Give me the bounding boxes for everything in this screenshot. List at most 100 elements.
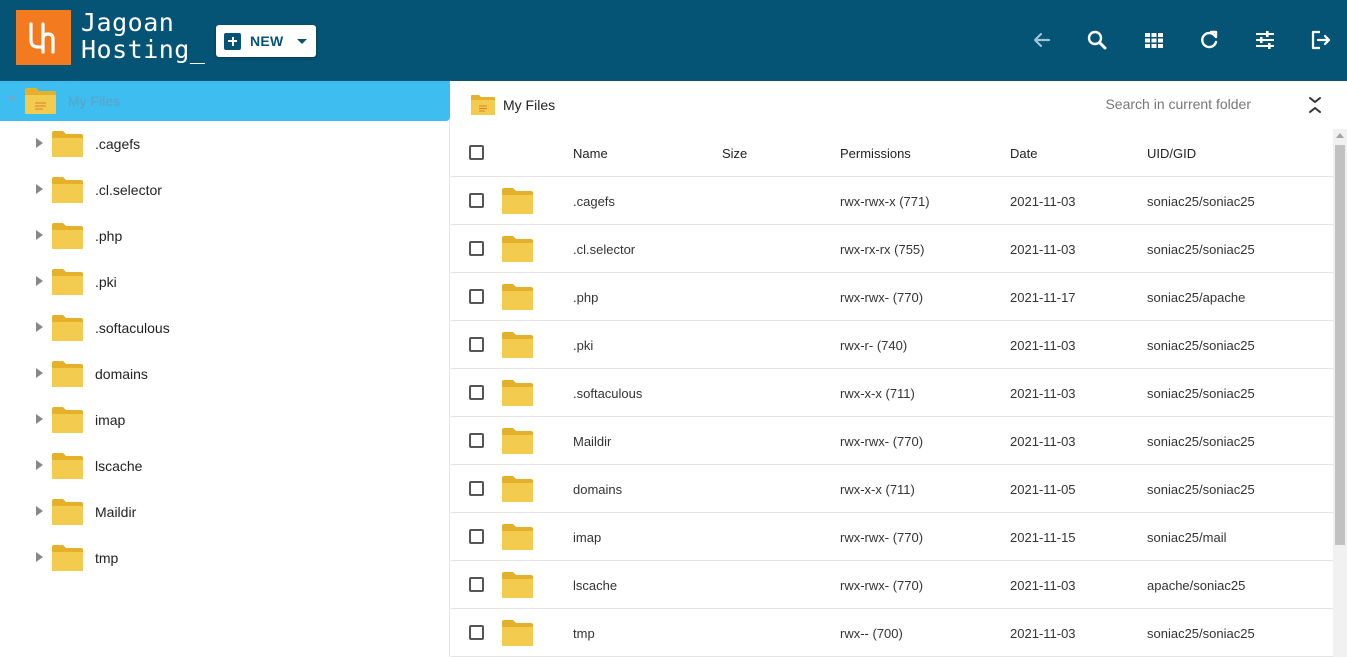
expand-arrow-icon[interactable] (36, 138, 43, 148)
file-date: 2021-11-03 (1010, 338, 1076, 353)
file-list-panel: My Files Name Size Permissions Date UID/… (451, 81, 1347, 657)
expand-arrow-icon[interactable] (36, 184, 43, 194)
expand-arrow-icon[interactable] (36, 506, 43, 516)
new-button-label: NEW (250, 33, 284, 49)
file-permissions: rwx-x-x (711) (840, 386, 915, 401)
tree-item-label: .cl.selector (95, 182, 162, 198)
brand-logo-icon (16, 10, 71, 65)
expand-arrow-icon[interactable] (36, 460, 43, 470)
file-date: 2021-11-03 (1010, 386, 1076, 401)
expand-arrow-icon[interactable] (36, 276, 43, 286)
file-date: 2021-11-17 (1010, 290, 1076, 305)
folder-icon (51, 268, 84, 296)
column-header-permissions[interactable]: Permissions (840, 146, 911, 161)
file-permissions: rwx-rwx- (770) (840, 578, 924, 593)
settings-sliders-icon[interactable] (1253, 28, 1277, 52)
table-row[interactable]: .php rwx-rwx- (770) 2021-11-17 soniac25/… (451, 273, 1333, 321)
row-checkbox[interactable] (469, 481, 484, 496)
file-date: 2021-11-05 (1010, 482, 1076, 497)
scrollbar-thumb[interactable] (1335, 145, 1345, 545)
file-owner: soniac25/apache (1147, 290, 1246, 305)
tree-item[interactable]: imap (0, 397, 450, 443)
grid-view-icon[interactable] (1142, 28, 1166, 52)
back-arrow-icon[interactable] (1030, 28, 1054, 52)
table-row[interactable]: domains rwx-x-x (711) 2021-11-05 soniac2… (451, 465, 1333, 513)
tree-item[interactable]: .php (0, 213, 450, 259)
file-name[interactable]: tmp (573, 626, 595, 641)
file-owner: soniac25/soniac25 (1147, 242, 1255, 257)
tree-item[interactable]: tmp (0, 535, 450, 581)
row-checkbox[interactable] (469, 337, 484, 352)
scroll-up-arrow-icon[interactable] (1336, 133, 1344, 138)
file-name[interactable]: Maildir (573, 434, 611, 449)
folder-open-icon (470, 94, 496, 116)
folder-icon (51, 314, 84, 342)
expand-arrow-icon[interactable] (8, 96, 16, 102)
search-input[interactable] (1011, 91, 1251, 117)
file-name[interactable]: .php (573, 290, 598, 305)
expand-arrow-icon[interactable] (36, 322, 43, 332)
tree-item-label: tmp (95, 550, 119, 566)
folder-icon (51, 452, 84, 480)
column-header-date[interactable]: Date (1010, 146, 1037, 161)
table-row[interactable]: lscache rwx-rwx- (770) 2021-11-03 apache… (451, 561, 1333, 609)
table-row[interactable]: .pki rwx-r- (740) 2021-11-03 soniac25/so… (451, 321, 1333, 369)
brand-name: Jagoan Hosting_ (81, 9, 205, 63)
file-date: 2021-11-03 (1010, 434, 1076, 449)
expand-arrow-icon[interactable] (36, 230, 43, 240)
file-name[interactable]: lscache (573, 578, 617, 593)
expand-arrow-icon[interactable] (36, 368, 43, 378)
new-button[interactable]: NEW (216, 25, 316, 57)
table-row[interactable]: .cagefs rwx-rwx-x (771) 2021-11-03 sonia… (451, 177, 1333, 225)
row-checkbox[interactable] (469, 289, 484, 304)
tree-item[interactable]: lscache (0, 443, 450, 489)
tree-item[interactable]: .pki (0, 259, 450, 305)
table-row[interactable]: .softaculous rwx-x-x (711) 2021-11-03 so… (451, 369, 1333, 417)
column-header-size[interactable]: Size (722, 146, 747, 161)
collapse-icon[interactable] (1307, 95, 1323, 115)
folder-icon (51, 222, 84, 250)
refresh-icon[interactable] (1197, 28, 1221, 52)
tree-item[interactable]: .cagefs (0, 121, 450, 167)
folder-icon (51, 498, 84, 526)
column-header-uid[interactable]: UID/GID (1147, 146, 1196, 161)
table-row[interactable]: .cl.selector rwx-rx-rx (755) 2021-11-03 … (451, 225, 1333, 273)
select-all-checkbox[interactable] (469, 145, 484, 160)
folder-icon (501, 523, 534, 551)
table-row[interactable]: imap rwx-rwx- (770) 2021-11-15 soniac25/… (451, 513, 1333, 561)
tree-item-label: .php (95, 228, 123, 244)
expand-arrow-icon[interactable] (36, 414, 43, 424)
logout-icon[interactable] (1309, 28, 1333, 52)
row-checkbox[interactable] (469, 385, 484, 400)
tree-item[interactable]: Maildir (0, 489, 450, 535)
row-checkbox[interactable] (469, 193, 484, 208)
file-name[interactable]: .softaculous (573, 386, 642, 401)
file-owner: soniac25/soniac25 (1147, 626, 1255, 641)
table-row[interactable]: Maildir rwx-rwx- (770) 2021-11-03 soniac… (451, 417, 1333, 465)
vertical-scrollbar[interactable] (1333, 129, 1347, 657)
row-checkbox[interactable] (469, 433, 484, 448)
file-owner: apache/soniac25 (1147, 578, 1246, 593)
row-checkbox[interactable] (469, 529, 484, 544)
breadcrumb[interactable]: My Files (503, 97, 555, 113)
file-name[interactable]: domains (573, 482, 622, 497)
row-checkbox[interactable] (469, 241, 484, 256)
file-name[interactable]: .cl.selector (573, 242, 635, 257)
folder-icon (51, 406, 84, 434)
row-checkbox[interactable] (469, 577, 484, 592)
tree-item[interactable]: .cl.selector (0, 167, 450, 213)
file-name[interactable]: .pki (573, 338, 593, 353)
file-name[interactable]: imap (573, 530, 601, 545)
expand-arrow-icon[interactable] (36, 552, 43, 562)
row-checkbox[interactable] (469, 625, 484, 640)
app-header: Jagoan Hosting_ NEW (0, 0, 1347, 81)
folder-icon (501, 475, 534, 503)
tree-root-my-files[interactable]: My Files (0, 81, 450, 121)
search-icon[interactable] (1085, 28, 1109, 52)
tree-item[interactable]: .softaculous (0, 305, 450, 351)
column-header-name[interactable]: Name (573, 146, 608, 161)
tree-item[interactable]: domains (0, 351, 450, 397)
file-name[interactable]: .cagefs (573, 194, 615, 209)
plus-icon (224, 32, 241, 50)
table-row[interactable]: tmp rwx-- (700) 2021-11-03 soniac25/soni… (451, 609, 1333, 657)
